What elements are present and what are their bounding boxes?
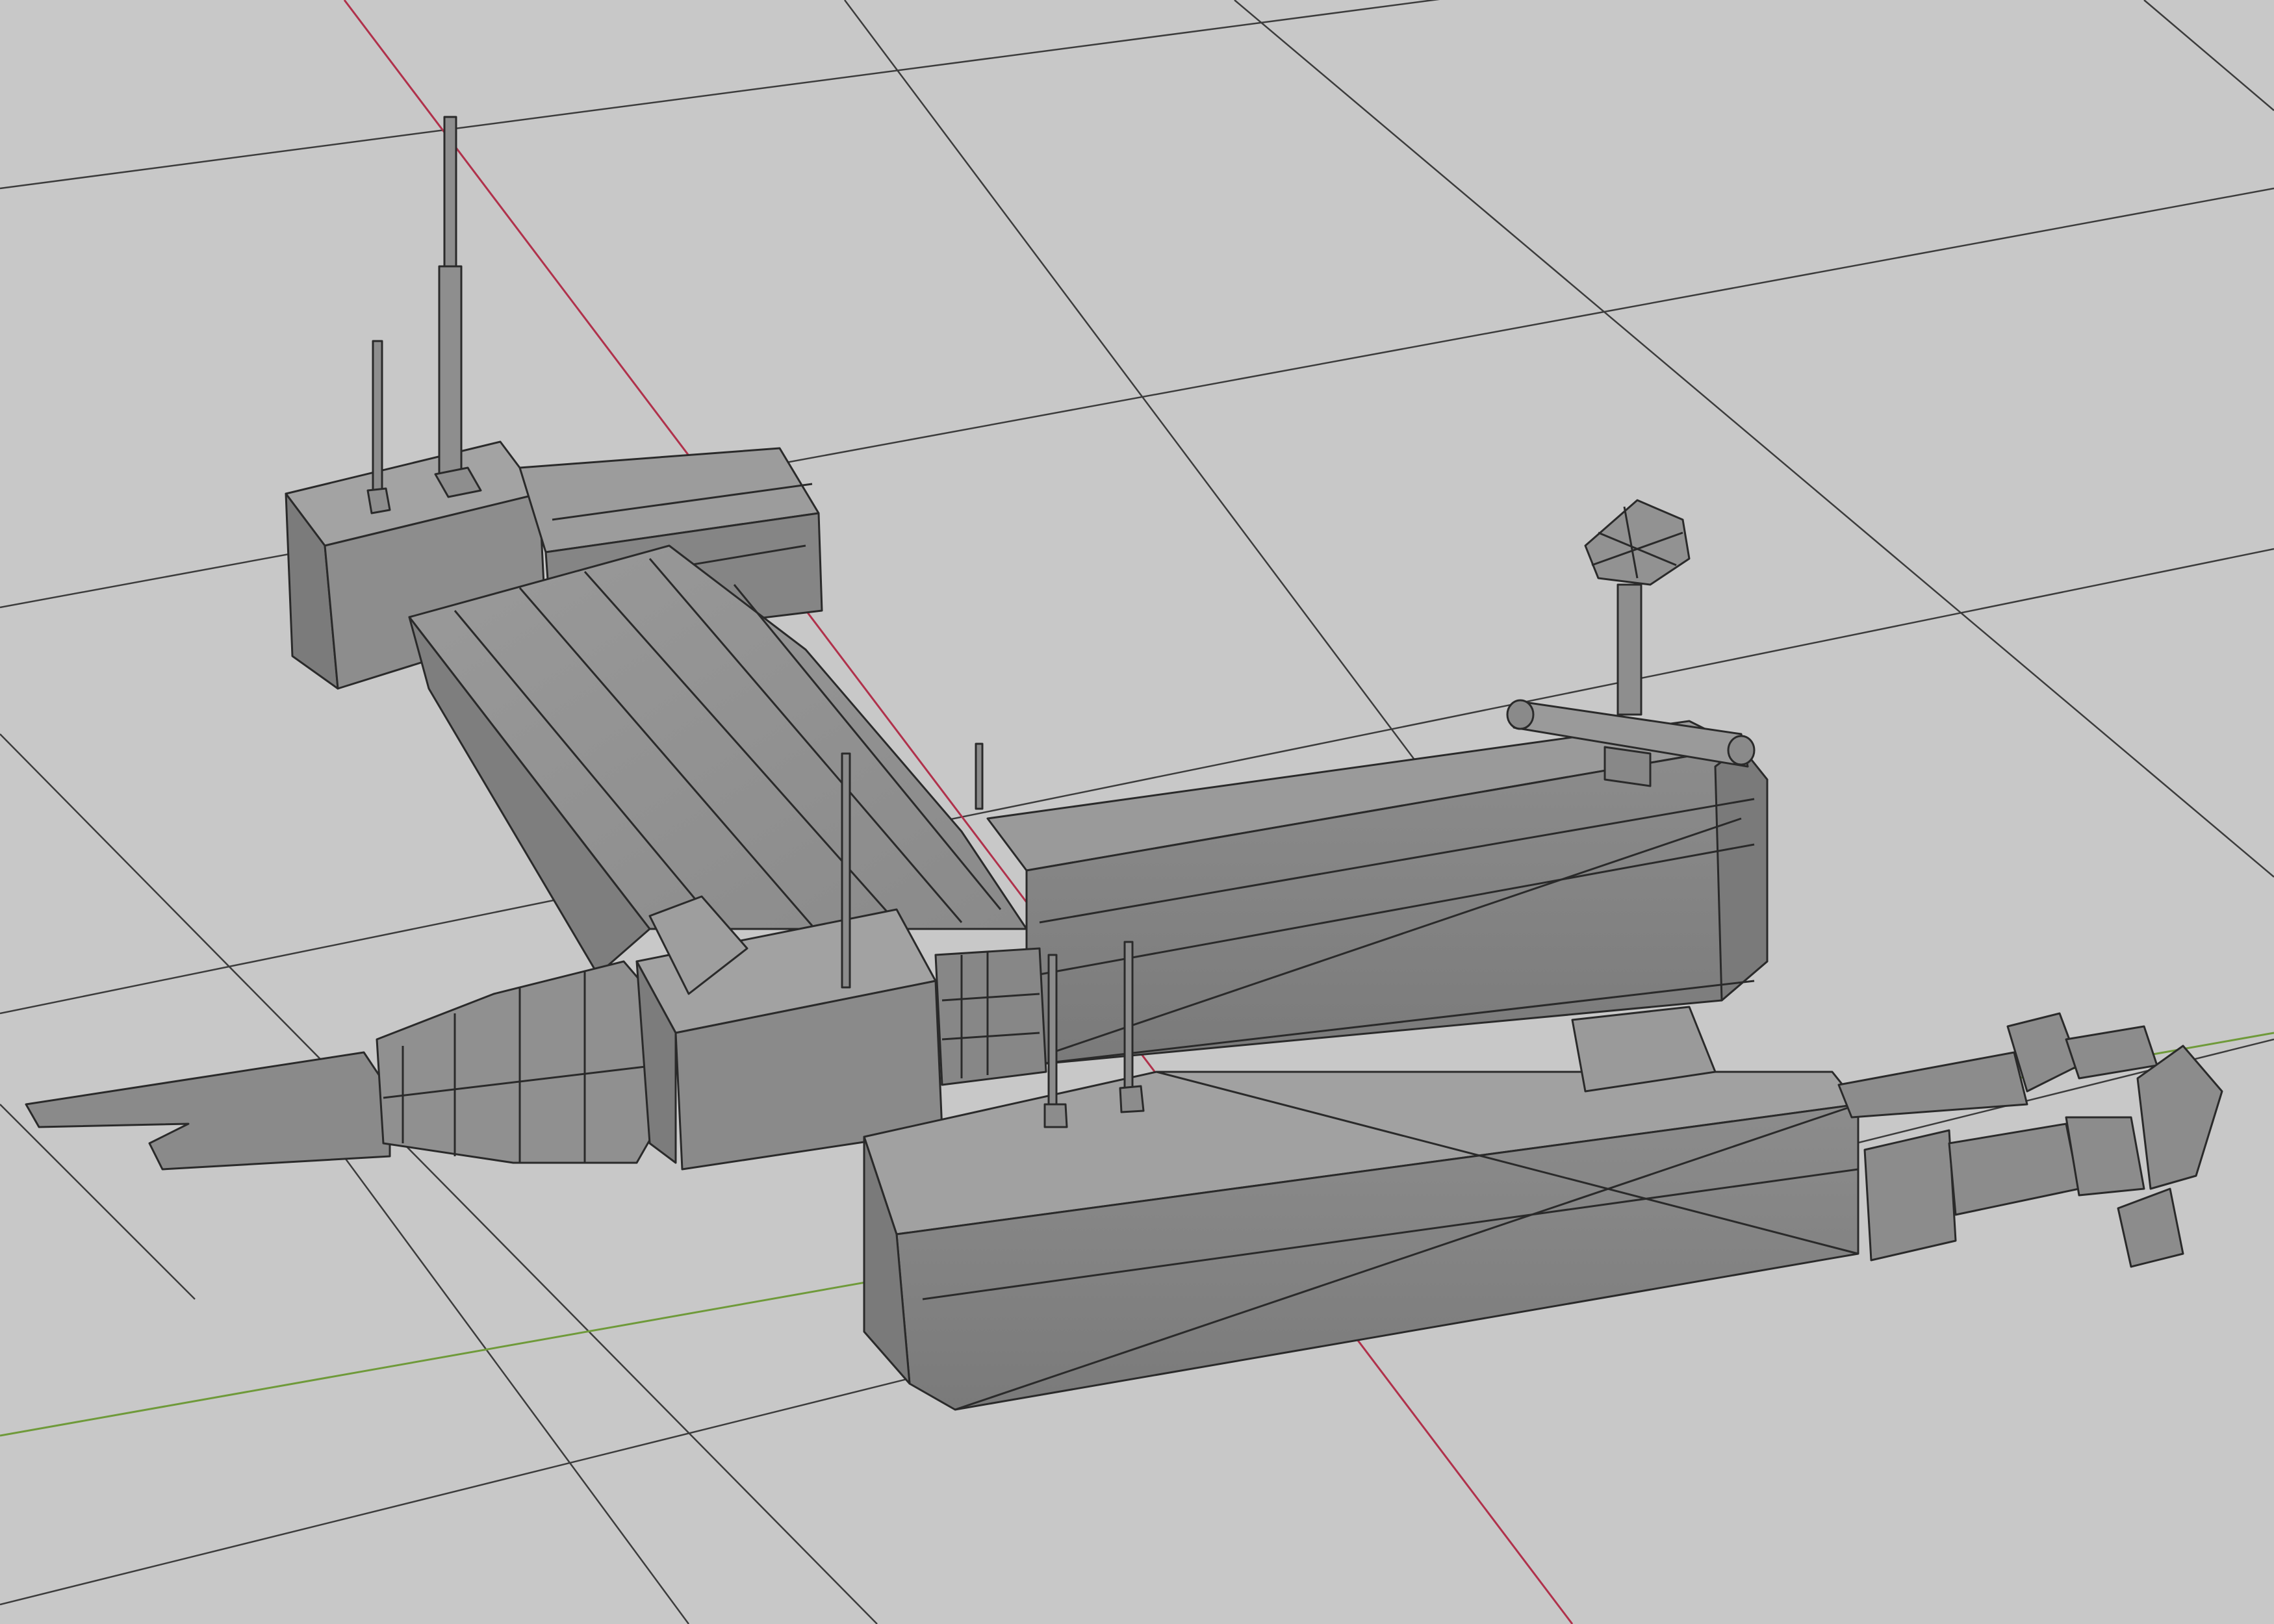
spaceship-model[interactable] bbox=[25, 116, 2223, 1411]
sensor-dish[interactable] bbox=[1584, 499, 1691, 716]
3d-viewport[interactable] bbox=[0, 0, 2274, 1624]
engine-nozzle[interactable] bbox=[25, 960, 664, 1171]
